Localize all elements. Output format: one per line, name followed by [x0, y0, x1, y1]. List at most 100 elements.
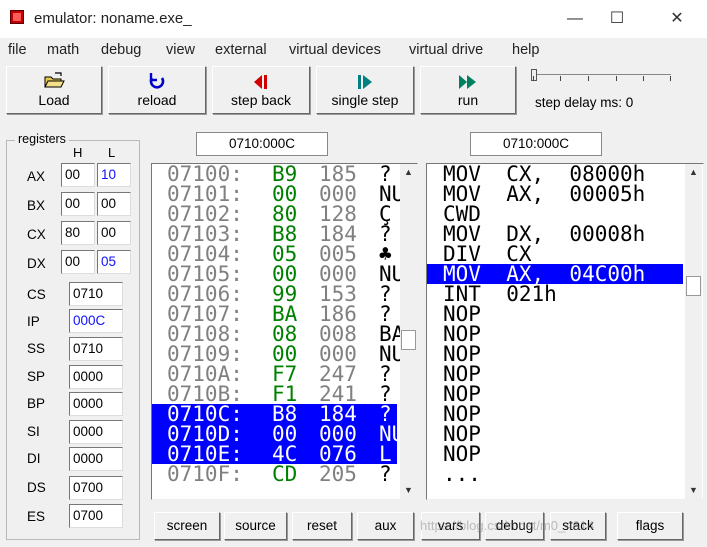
disassembly-address-field[interactable]: 0710:000C: [470, 132, 602, 156]
disassembly-row[interactable]: NOP: [427, 364, 683, 385]
memory-row[interactable]: 07104: 05 005 ♣: [152, 244, 397, 265]
scroll-up-arrow-icon[interactable]: ▲: [685, 164, 702, 181]
disassembly-row[interactable]: MOV AX, 00005h: [427, 184, 683, 205]
disassembly-row[interactable]: NOP: [427, 304, 683, 325]
reg-bl-field[interactable]: 00: [97, 192, 131, 216]
reg-al-field[interactable]: 10: [97, 163, 131, 187]
maximize-button[interactable]: ☐: [602, 6, 632, 32]
memory-scroll-thumb[interactable]: [401, 330, 416, 350]
disassembly-row[interactable]: MOV DX, 00008h: [427, 224, 683, 245]
memory-row[interactable]: 0710B: F1 241?: [152, 384, 397, 405]
source-button[interactable]: source: [224, 512, 287, 540]
memory-row[interactable]: 07100: B9 185?: [152, 163, 397, 186]
reg-si-label: SI: [27, 424, 40, 439]
reg-bh-field[interactable]: 00: [61, 192, 95, 216]
screen-button[interactable]: screen: [154, 512, 220, 540]
disassembly-scroll-thumb[interactable]: [686, 276, 701, 296]
reset-button[interactable]: reset: [292, 512, 352, 540]
memory-list[interactable]: 07100: B9 185? 07101: 00 000 NU 07102: 80 128 Ç 071…: [151, 163, 418, 500]
reg-ds-field[interactable]: 0700: [69, 476, 123, 500]
reg-bp-field[interactable]: 0000: [69, 392, 123, 416]
minimize-button[interactable]: —: [560, 6, 590, 32]
menu-external[interactable]: external: [215, 42, 267, 58]
memory-char-value: ?: [379, 462, 392, 486]
memory-address: 07102:: [167, 202, 243, 226]
disassembly-row[interactable]: NOP: [427, 424, 683, 445]
memory-row[interactable]: 0710F: CD 205?: [152, 462, 397, 486]
memory-char-value: ?: [379, 402, 392, 426]
load-button[interactable]: Load: [6, 66, 102, 114]
close-button[interactable]: ✕: [662, 6, 692, 32]
menu-debug[interactable]: debug: [101, 42, 141, 58]
step-back-button[interactable]: step back: [212, 66, 310, 114]
flags-button[interactable]: flags: [617, 512, 683, 540]
reg-sp-field[interactable]: 0000: [69, 365, 123, 389]
menu-file[interactable]: file: [8, 42, 27, 58]
menu-virtual-devices[interactable]: virtual devices: [289, 42, 381, 58]
memory-hex-value: 00: [272, 182, 298, 206]
stack-button[interactable]: stack: [550, 512, 606, 540]
run-button[interactable]: run: [420, 66, 516, 114]
menu-math[interactable]: math: [47, 42, 79, 58]
reg-cs-field[interactable]: 0710: [69, 282, 123, 306]
scroll-up-arrow-icon[interactable]: ▲: [400, 164, 417, 181]
memory-row[interactable]: 07108: 08 008 BA: [152, 324, 404, 345]
instruction-text: NOP: [443, 322, 481, 346]
menu-virtual-drive[interactable]: virtual drive: [409, 42, 483, 58]
disassembly-row[interactable]: CWD: [427, 204, 683, 225]
disassembly-row[interactable]: ...: [427, 464, 683, 485]
debug-button[interactable]: debug: [485, 512, 544, 540]
memory-row[interactable]: 07106: 99 153?: [152, 282, 397, 306]
reg-dl-field[interactable]: 05: [97, 250, 131, 274]
memory-row[interactable]: 0710E: 4C 076 L: [152, 444, 397, 465]
vars-button[interactable]: vars: [421, 512, 480, 540]
single-step-button[interactable]: single step: [316, 66, 414, 114]
reg-ch-field[interactable]: 80: [61, 221, 95, 245]
memory-char-value: ?: [379, 362, 392, 386]
memory-row[interactable]: 07103: B8 184?: [152, 224, 397, 245]
reg-ah-field[interactable]: 00: [61, 163, 95, 187]
reg-ss-field[interactable]: 0710: [69, 337, 123, 361]
step-delay-track[interactable]: [531, 74, 671, 75]
reg-cl-field[interactable]: 00: [97, 221, 131, 245]
memory-row[interactable]: 07105: 00 000 NU: [152, 264, 404, 285]
disassembly-list[interactable]: MOV CX, 08000h MOV AX, 00005h CWD MOV DX, 0…: [426, 163, 704, 500]
memory-char-value: ?: [379, 282, 392, 306]
disassembly-row[interactable]: NOP: [427, 444, 683, 465]
disassembly-row[interactable]: MOV AX, 04C00h: [427, 264, 683, 285]
memory-address: 07106:: [167, 282, 243, 306]
reg-si-field[interactable]: 0000: [69, 420, 123, 444]
reg-es-field[interactable]: 0700: [69, 504, 123, 528]
menu-view[interactable]: view: [166, 42, 195, 58]
memory-char-value: ?: [379, 163, 392, 186]
reg-ip-field[interactable]: 000C: [69, 309, 123, 333]
memory-hex-value: B8: [272, 402, 298, 426]
menu-help[interactable]: help: [512, 42, 539, 58]
memory-decimal-value: 247: [319, 362, 357, 386]
memory-row[interactable]: 0710D: 00 000 NU: [152, 424, 404, 445]
disassembly-row[interactable]: NOP: [427, 322, 683, 346]
memory-row[interactable]: 0710C: B8 184?: [152, 402, 397, 426]
disassembly-row[interactable]: INT 021h: [427, 284, 683, 305]
disassembly-row[interactable]: MOV CX, 08000h: [427, 164, 683, 185]
memory-row[interactable]: 0710A: F7 247?: [152, 362, 397, 386]
reg-es-label: ES: [27, 509, 46, 524]
reg-di-field[interactable]: 0000: [69, 447, 123, 471]
disassembly-row[interactable]: NOP: [427, 344, 683, 365]
disassembly-row[interactable]: DIV CX: [427, 244, 683, 265]
memory-row[interactable]: 07101: 00 000 NU: [152, 182, 404, 206]
memory-row[interactable]: 07102: 80 128 Ç: [152, 202, 397, 226]
scroll-down-arrow-icon[interactable]: ▼: [685, 482, 702, 499]
step-delay-slider-thumb[interactable]: [531, 69, 537, 81]
aux-button[interactable]: aux: [357, 512, 414, 540]
reload-button[interactable]: reload: [108, 66, 206, 114]
disassembly-scrollbar[interactable]: ▲ ▼: [685, 164, 702, 499]
disassembly-row[interactable]: NOP: [427, 404, 683, 425]
scroll-down-arrow-icon[interactable]: ▼: [400, 482, 417, 499]
memory-address-field[interactable]: 0710:000C: [196, 132, 328, 156]
disassembly-row[interactable]: NOP: [427, 384, 683, 405]
memory-row[interactable]: 07109: 00 000 NU: [152, 344, 404, 365]
memory-scrollbar[interactable]: ▲ ▼: [400, 164, 417, 499]
memory-row[interactable]: 07107: BA 186?: [152, 304, 397, 325]
reg-dh-field[interactable]: 00: [61, 250, 95, 274]
